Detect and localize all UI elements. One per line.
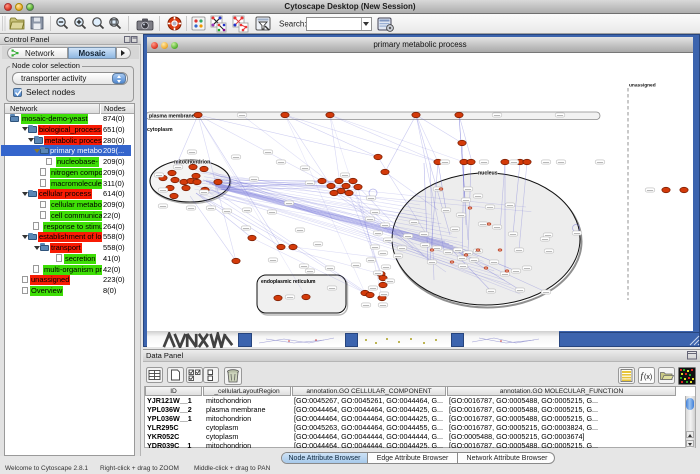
- svg-text:cytoplasm: cytoplasm: [147, 127, 173, 133]
- svg-text:plasma membrane: plasma membrane: [149, 114, 195, 120]
- svg-text:Search:: Search:: [279, 20, 307, 29]
- svg-text:endoplasmic reticulum: endoplasmic reticulum: [261, 279, 316, 285]
- svg-text:(x): (x): [644, 374, 652, 381]
- svg-text:unassigned: unassigned: [629, 83, 656, 89]
- svg-text:nucleus: nucleus: [478, 171, 498, 177]
